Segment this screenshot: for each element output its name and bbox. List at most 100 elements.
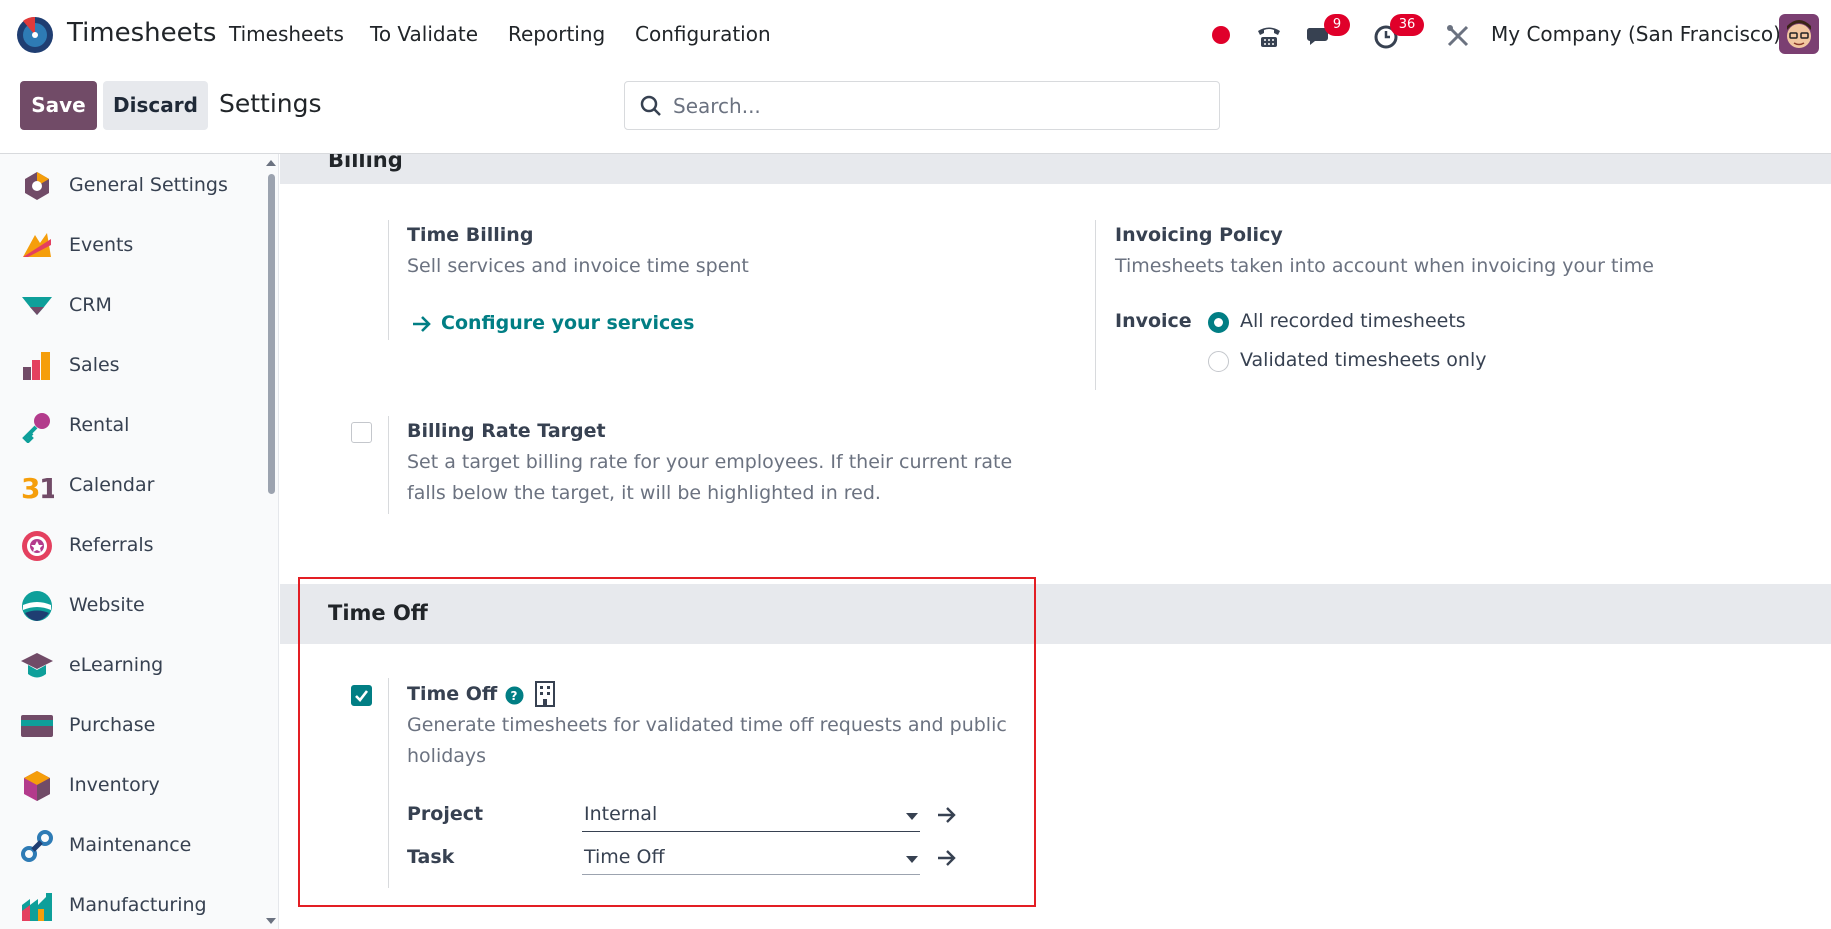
- inventory-icon: [24, 771, 50, 801]
- sidebar-item-elearning[interactable]: eLearning: [0, 640, 262, 690]
- sidebar-item-crm[interactable]: CRM: [0, 280, 262, 330]
- sidebar-item-label: Sales: [69, 354, 120, 376]
- search-input[interactable]: [673, 82, 1213, 129]
- events-icon: [23, 233, 51, 257]
- sidebar-item-label: Purchase: [69, 714, 156, 736]
- svg-text:?: ?: [511, 689, 518, 703]
- sidebar-scroll-thumb[interactable]: [268, 174, 275, 494]
- sidebar-item-label: Calendar: [69, 474, 155, 496]
- chevron-down-icon[interactable]: [906, 856, 918, 863]
- menu-timesheets[interactable]: Timesheets: [229, 22, 344, 46]
- elearning-icon: [21, 653, 53, 678]
- setting-title: Billing Rate Target: [407, 420, 606, 442]
- top-navbar: Timesheets Timesheets To Validate Report…: [0, 0, 1831, 70]
- sales-icon: [23, 352, 50, 380]
- recording-indicator-icon[interactable]: [1211, 25, 1231, 45]
- sidebar-item-label: Referrals: [69, 534, 154, 556]
- setting-description: Sell services and invoice time spent: [407, 255, 749, 277]
- settings-sidebar: General Settings Events CRM Sales Rental: [0, 154, 279, 929]
- setting-title: Invoicing Policy: [1115, 224, 1283, 246]
- divider: [388, 416, 389, 514]
- general-settings-icon: [25, 172, 49, 200]
- setting-title: Time Off: [407, 683, 498, 705]
- sidebar-item-rental[interactable]: Rental: [0, 400, 262, 450]
- chevron-down-icon[interactable]: [906, 813, 918, 820]
- project-value: Internal: [584, 803, 658, 825]
- menu-configuration[interactable]: Configuration: [635, 22, 771, 46]
- company-switcher[interactable]: My Company (San Francisco): [1491, 22, 1781, 46]
- scroll-up-arrow-icon[interactable]: [266, 160, 276, 166]
- sidebar-item-sales[interactable]: Sales: [0, 340, 262, 390]
- section-title: Time Off: [328, 601, 428, 625]
- purchase-icon: [21, 715, 53, 737]
- calendar-icon: 3 1: [21, 472, 54, 503]
- website-icon: [22, 591, 52, 621]
- sidebar-item-label: General Settings: [69, 174, 228, 196]
- menu-reporting[interactable]: Reporting: [508, 22, 605, 46]
- timesheets-app-icon[interactable]: [15, 15, 55, 55]
- sidebar-item-referrals[interactable]: Referrals: [0, 520, 262, 570]
- setting-description: falls below the target, it will be highl…: [407, 482, 881, 504]
- phone-icon[interactable]: [1255, 22, 1283, 50]
- breadcrumb: Settings: [219, 89, 322, 118]
- time-off-checkbox[interactable]: [351, 685, 372, 706]
- search-icon: [640, 95, 661, 116]
- maintenance-icon: [21, 830, 53, 862]
- configure-services-link[interactable]: Configure your services: [441, 312, 694, 334]
- crm-icon: [22, 297, 52, 315]
- sidebar-item-general-settings[interactable]: General Settings: [0, 160, 262, 210]
- divider: [388, 220, 389, 340]
- company-building-icon: [535, 681, 555, 707]
- activity-badge: 36: [1390, 14, 1424, 36]
- messages-badge: 9: [1324, 14, 1350, 36]
- billing-rate-checkbox[interactable]: [351, 422, 372, 443]
- sidebar-item-label: Inventory: [69, 774, 160, 796]
- task-field-label: Task: [407, 846, 455, 868]
- help-icon[interactable]: ?: [505, 686, 524, 705]
- section-title: Billing: [328, 154, 403, 172]
- sidebar-item-label: Events: [69, 234, 134, 256]
- task-value: Time Off: [584, 846, 665, 868]
- svg-text:1: 1: [39, 472, 54, 503]
- radio-validated-only[interactable]: [1208, 351, 1229, 372]
- internal-link-arrow-icon[interactable]: [936, 848, 958, 868]
- scroll-down-arrow-icon[interactable]: [266, 918, 276, 924]
- discard-button[interactable]: Discard: [103, 81, 208, 130]
- sidebar-item-calendar[interactable]: 3 1 Calendar: [0, 460, 262, 510]
- sidebar-item-maintenance[interactable]: Maintenance: [0, 820, 262, 870]
- svg-text:3: 3: [21, 472, 40, 503]
- sidebar-item-events[interactable]: Events: [0, 220, 262, 270]
- app-name[interactable]: Timesheets: [67, 18, 216, 48]
- sidebar-item-label: CRM: [69, 294, 112, 316]
- sidebar-item-website[interactable]: Website: [0, 580, 262, 630]
- settings-main: Billing Time Billing Sell services and i…: [280, 154, 1831, 929]
- setting-description: Timesheets taken into account when invoi…: [1115, 255, 1654, 277]
- radio-all-recorded[interactable]: [1208, 312, 1229, 333]
- menu-to-validate[interactable]: To Validate: [370, 22, 478, 46]
- user-avatar[interactable]: [1779, 14, 1819, 54]
- setting-description: holidays: [407, 745, 487, 767]
- sidebar-item-manufacturing[interactable]: Manufacturing: [0, 880, 262, 929]
- sidebar-item-label: Rental: [69, 414, 130, 436]
- sidebar-item-inventory[interactable]: Inventory: [0, 760, 262, 810]
- rental-key-icon: [22, 413, 50, 443]
- sidebar-item-label: Maintenance: [69, 834, 192, 856]
- divider: [388, 678, 389, 888]
- search-bar[interactable]: [624, 81, 1220, 130]
- task-select[interactable]: Time Off: [582, 842, 920, 875]
- sidebar-item-label: Website: [69, 594, 145, 616]
- divider: [1095, 220, 1096, 390]
- save-button[interactable]: Save: [20, 81, 97, 130]
- setting-description: Generate timesheets for validated time o…: [407, 714, 1007, 736]
- internal-link-arrow-icon[interactable]: [936, 805, 958, 825]
- radio-label[interactable]: All recorded timesheets: [1240, 310, 1466, 332]
- sidebar-item-purchase[interactable]: Purchase: [0, 700, 262, 750]
- radio-label[interactable]: Validated timesheets only: [1240, 349, 1487, 371]
- referrals-icon: [22, 531, 52, 561]
- invoice-field-label: Invoice: [1115, 310, 1192, 332]
- check-icon: [355, 690, 369, 702]
- debug-tools-icon[interactable]: [1444, 22, 1472, 50]
- manufacturing-icon: [22, 893, 52, 921]
- setting-description: Set a target billing rate for your emplo…: [407, 451, 1013, 473]
- project-select[interactable]: Internal: [582, 799, 920, 832]
